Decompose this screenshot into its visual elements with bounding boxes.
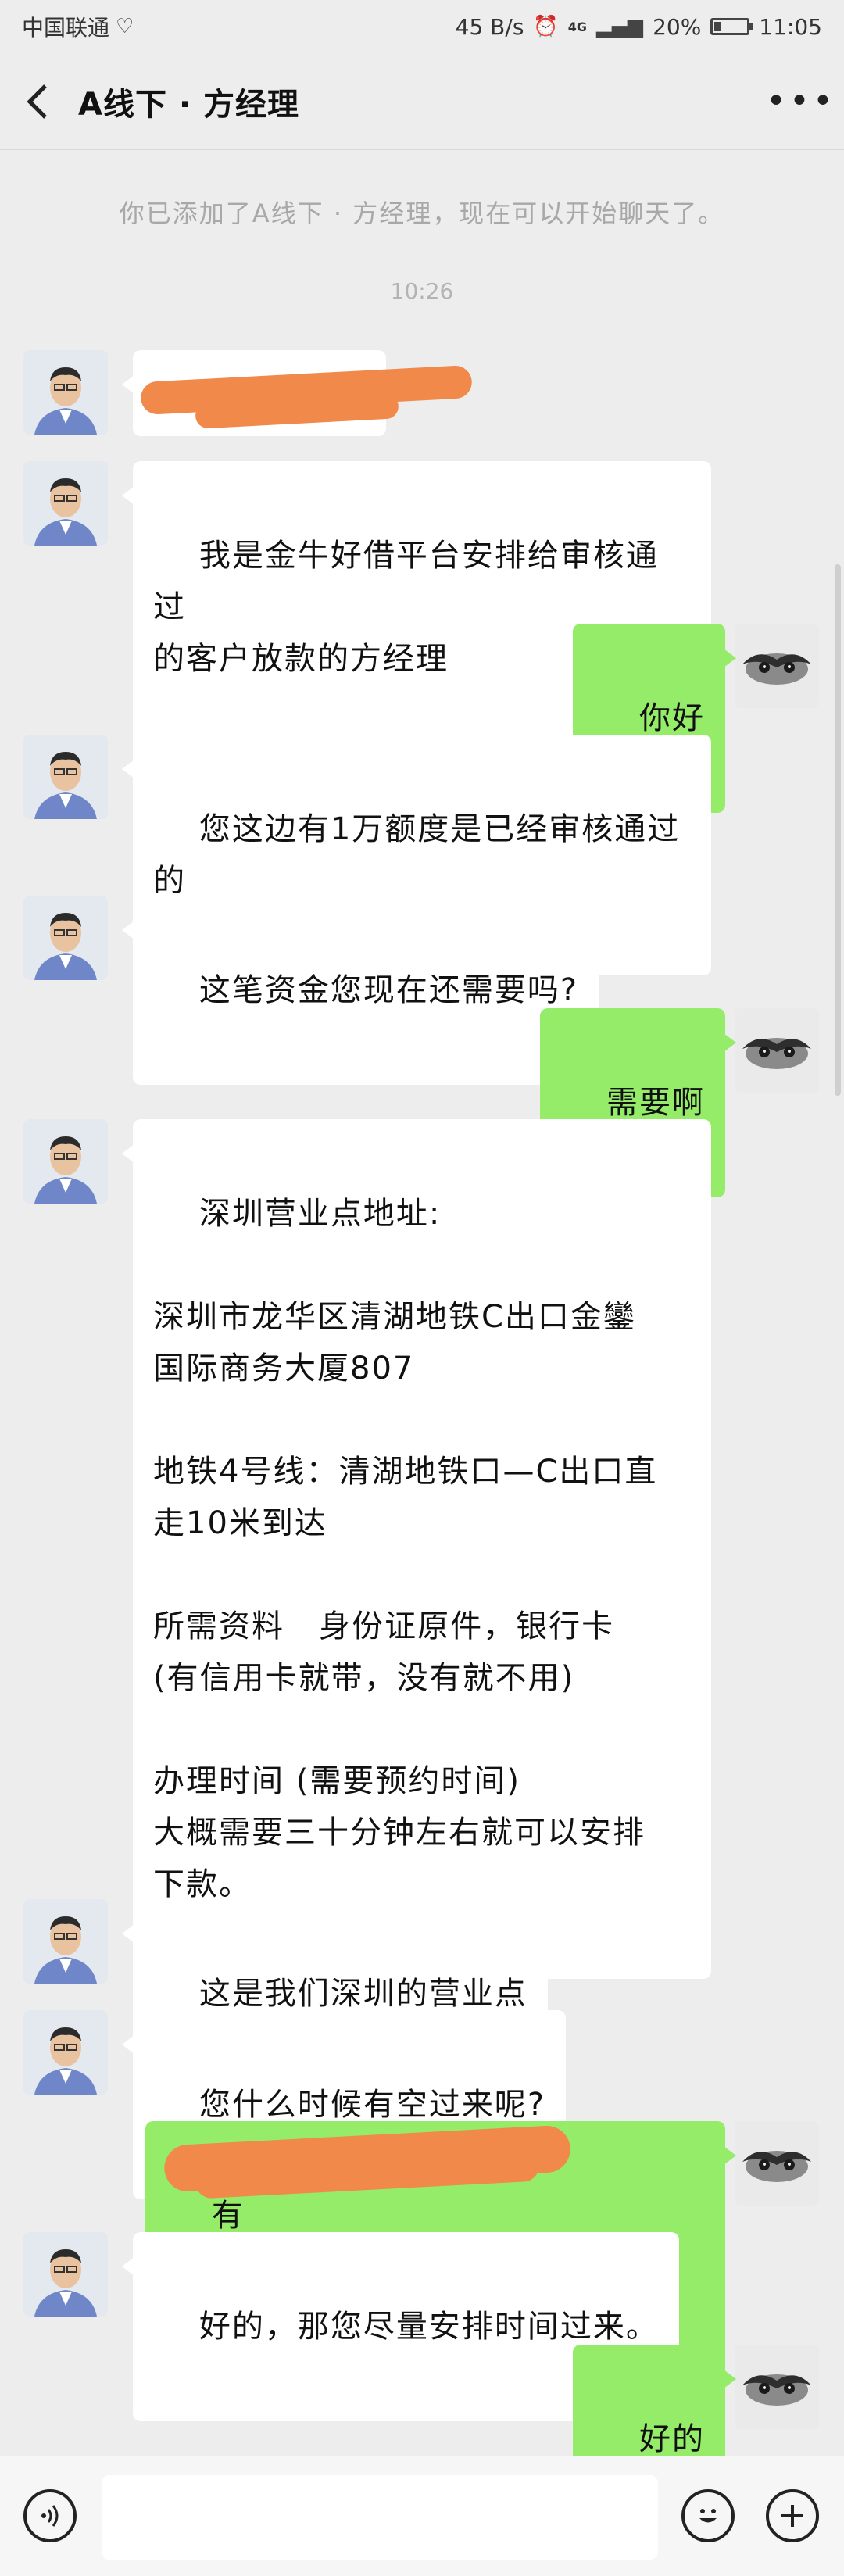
my-avatar[interactable] bbox=[735, 2121, 819, 2206]
person-avatar-icon bbox=[23, 735, 108, 819]
plus-button[interactable] bbox=[766, 2489, 819, 2542]
avatar[interactable] bbox=[23, 1119, 108, 1204]
message-text: 您这边有1万额度是已经审核通过 的 bbox=[153, 811, 681, 899]
carrier-label: 中国联通 bbox=[22, 15, 110, 41]
status-left: 中国联通 ♡ bbox=[22, 11, 134, 42]
avatar[interactable] bbox=[23, 350, 108, 435]
avatar[interactable] bbox=[23, 735, 108, 819]
nav-bar: A线下 · 方经理 ••• bbox=[0, 53, 844, 150]
voice-icon bbox=[41, 2505, 59, 2527]
signal-icon: ▂▄▆ bbox=[596, 15, 644, 38]
message-bubble[interactable]: 这笔资金您现在还需要吗? bbox=[121, 896, 599, 1085]
message-text: 这笔资金您现在还需要吗? bbox=[198, 972, 579, 1008]
owl-avatar-icon bbox=[735, 1008, 819, 1093]
message-input[interactable] bbox=[102, 2475, 658, 2560]
battery-icon bbox=[710, 18, 754, 35]
timestamp: 10:26 bbox=[390, 278, 454, 304]
message-text: 需要啊 bbox=[606, 1085, 705, 1121]
my-avatar[interactable] bbox=[735, 1008, 819, 1093]
status-right: 45 B/s ⏰ 4G ▂▄▆ 20% 11:05 bbox=[456, 14, 822, 40]
more-button[interactable]: ••• bbox=[758, 53, 844, 150]
input-bar bbox=[0, 2456, 844, 2576]
back-button[interactable] bbox=[0, 53, 78, 150]
scrollbar[interactable] bbox=[835, 564, 841, 1096]
message-text: 您什么时候有空过来呢? bbox=[198, 2087, 546, 2123]
person-avatar-icon bbox=[23, 1899, 108, 1984]
message-text: 这是我们深圳的营业点 bbox=[198, 1976, 528, 2012]
message-bubble-sent[interactable]: 好的 bbox=[573, 2345, 736, 2456]
clock: 11:05 bbox=[759, 13, 822, 40]
message-text: 深圳营业点地址: 深圳市龙华区清湖地铁C出口金鑾 国际商务大厦807 地铁4号线… bbox=[153, 1196, 658, 1902]
avatar[interactable] bbox=[23, 2232, 108, 2317]
emoji-icon bbox=[699, 2509, 717, 2523]
owl-avatar-icon bbox=[735, 624, 819, 708]
owl-avatar-icon bbox=[735, 2345, 819, 2429]
more-dots-icon: ••• bbox=[766, 81, 836, 121]
message-text: 好的 bbox=[639, 2421, 705, 2456]
person-avatar-icon bbox=[23, 2232, 108, 2317]
message-bubble[interactable]: 深圳营业点地址: 深圳市龙华区清湖地铁C出口金鑾 国际商务大厦807 地铁4号线… bbox=[122, 1119, 711, 1979]
person-avatar-icon bbox=[23, 1119, 108, 1204]
avatar[interactable] bbox=[23, 1899, 108, 1984]
chat-area[interactable]: 你已添加了A线下 · 方经理，现在可以开始聊天了。 10:26 我是金牛好借平台… bbox=[0, 150, 844, 2456]
message-text: 你好 bbox=[639, 700, 705, 736]
emoji-button[interactable] bbox=[681, 2489, 735, 2542]
person-avatar-icon bbox=[23, 461, 108, 546]
message-text: 好的，那您尽量安排时间过来。 bbox=[198, 2309, 659, 2345]
owl-avatar-icon bbox=[735, 2121, 819, 2206]
chevron-left-icon bbox=[27, 84, 47, 119]
my-avatar[interactable] bbox=[735, 624, 819, 708]
avatar[interactable] bbox=[23, 2010, 108, 2095]
alarm-icon: ⏰ bbox=[533, 15, 559, 38]
status-bar: 中国联通 ♡ 45 B/s ⏰ 4G ▂▄▆ 20% 11:05 bbox=[0, 0, 844, 53]
avatar[interactable] bbox=[23, 461, 108, 546]
person-avatar-icon bbox=[23, 2010, 108, 2095]
voice-button[interactable] bbox=[23, 2489, 77, 2542]
plus-icon bbox=[781, 2505, 803, 2527]
system-notice: 你已添加了A线下 · 方经理，现在可以开始聊天了。 bbox=[119, 199, 725, 228]
my-avatar[interactable] bbox=[735, 2345, 819, 2429]
heart-pulse-icon: ♡ bbox=[116, 15, 134, 38]
chat-title: A线下 · 方经理 bbox=[78, 86, 300, 123]
person-avatar-icon bbox=[23, 350, 108, 435]
network-speed: 45 B/s bbox=[455, 13, 524, 40]
battery-percent: 20% bbox=[653, 13, 702, 40]
avatar[interactable] bbox=[23, 896, 108, 980]
network-type: 4G bbox=[567, 19, 588, 34]
person-avatar-icon bbox=[23, 896, 108, 980]
